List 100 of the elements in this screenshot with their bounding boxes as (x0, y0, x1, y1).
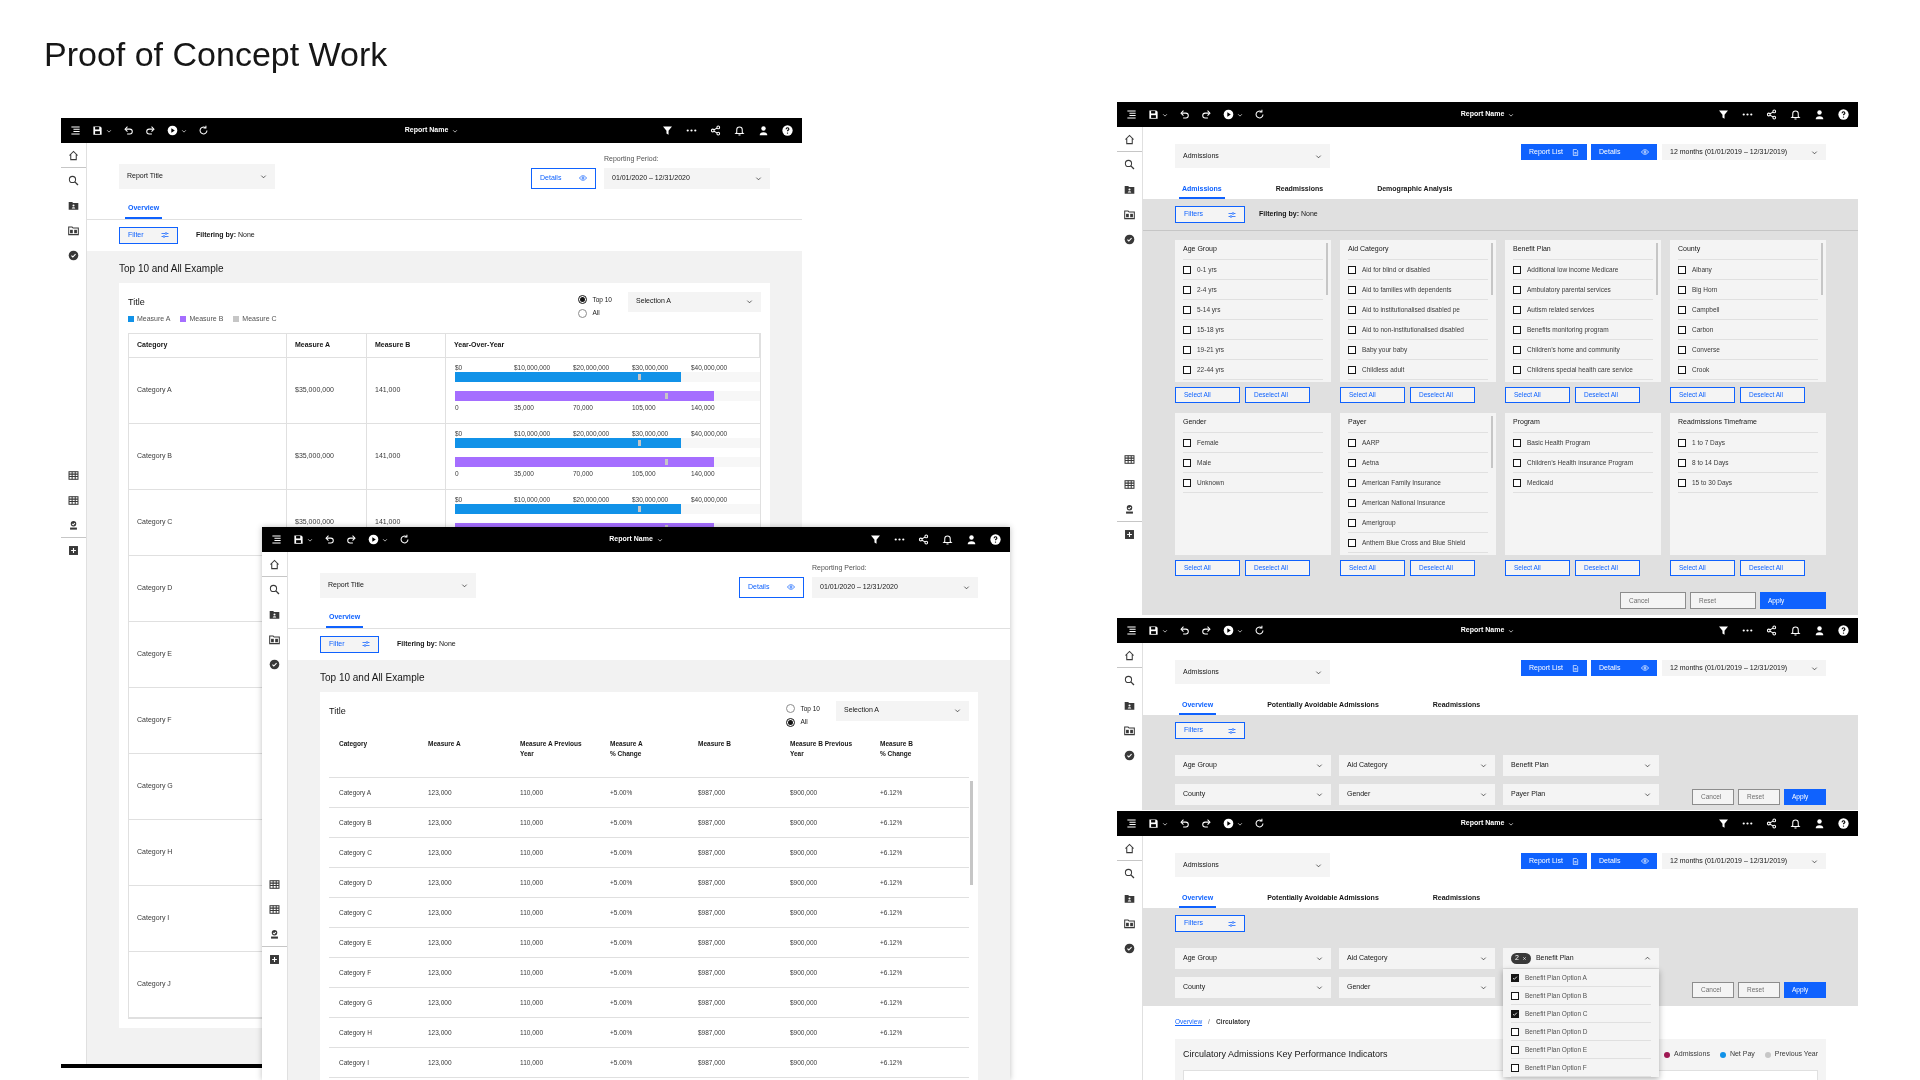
search-icon[interactable] (1124, 868, 1135, 879)
folder-icon[interactable] (269, 609, 280, 620)
radio-button[interactable] (578, 308, 588, 318)
check-circle-icon[interactable] (1124, 234, 1135, 245)
folder-icon[interactable] (1124, 209, 1135, 220)
filter-icon[interactable] (870, 534, 881, 545)
checkbox[interactable] (1513, 305, 1521, 314)
undo-icon[interactable] (324, 534, 335, 545)
checkbox[interactable] (1348, 498, 1356, 507)
scrollbar[interactable] (1491, 243, 1493, 295)
refresh-icon[interactable] (198, 125, 209, 136)
user-icon[interactable] (966, 534, 977, 545)
checkbox[interactable] (1678, 365, 1686, 374)
filter-icon[interactable] (1718, 109, 1729, 120)
filter-icon[interactable] (1718, 818, 1729, 829)
table-icon[interactable] (1124, 479, 1135, 490)
checkbox[interactable] (1678, 265, 1686, 274)
redo-icon[interactable] (145, 125, 156, 136)
home-icon[interactable] (269, 558, 280, 570)
user-check-icon[interactable] (1124, 503, 1135, 515)
table-icon[interactable] (1124, 454, 1135, 465)
home-icon[interactable] (1124, 133, 1135, 145)
table-icon[interactable] (269, 904, 280, 915)
help-icon[interactable] (1838, 625, 1849, 636)
undo-icon[interactable] (1179, 625, 1190, 636)
folder-icon[interactable] (68, 225, 79, 236)
share-icon[interactable] (710, 125, 721, 136)
checkbox[interactable] (1678, 305, 1686, 314)
checkbox[interactable] (1511, 991, 1519, 1000)
folder-icon[interactable] (68, 200, 79, 211)
checkbox[interactable] (1513, 458, 1521, 467)
scrollbar[interactable] (1821, 243, 1823, 295)
play-icon[interactable] (167, 125, 178, 136)
search-icon[interactable] (269, 584, 280, 595)
menu-icon[interactable] (271, 534, 282, 545)
user-check-icon[interactable] (68, 519, 79, 531)
share-icon[interactable] (1766, 818, 1777, 829)
home-icon[interactable] (68, 149, 79, 161)
menu-icon[interactable] (70, 125, 81, 136)
play-icon[interactable] (1223, 625, 1234, 636)
folder-icon[interactable] (1124, 184, 1135, 195)
checkbox[interactable] (1348, 538, 1356, 547)
checkbox[interactable] (1348, 518, 1356, 527)
search-icon[interactable] (1124, 675, 1135, 686)
checkbox[interactable] (1511, 1009, 1519, 1018)
folder-icon[interactable] (1124, 700, 1135, 711)
filter-icon[interactable] (1718, 625, 1729, 636)
save-icon[interactable] (1148, 625, 1159, 636)
undo-icon[interactable] (1179, 818, 1190, 829)
help-icon[interactable] (1838, 818, 1849, 829)
save-icon[interactable] (1148, 109, 1159, 120)
refresh-icon[interactable] (1254, 625, 1265, 636)
scrollbar[interactable] (1656, 243, 1658, 295)
undo-icon[interactable] (1179, 109, 1190, 120)
checkbox[interactable] (1183, 365, 1191, 374)
caret-icon[interactable] (1162, 627, 1168, 634)
notification-icon[interactable] (1790, 625, 1801, 636)
caret-icon[interactable] (1237, 627, 1243, 634)
checkbox[interactable] (1513, 265, 1521, 274)
help-icon[interactable] (990, 534, 1001, 545)
checkbox[interactable] (1183, 458, 1191, 467)
checkbox[interactable] (1678, 478, 1686, 487)
checkbox[interactable] (1513, 285, 1521, 294)
checkbox[interactable] (1678, 285, 1686, 294)
filter-icon[interactable] (662, 125, 673, 136)
checkbox[interactable] (1183, 325, 1191, 334)
notification-icon[interactable] (1790, 818, 1801, 829)
add-icon[interactable] (68, 545, 79, 556)
folder-icon[interactable] (1124, 725, 1135, 736)
share-icon[interactable] (1766, 109, 1777, 120)
checkbox[interactable] (1183, 478, 1191, 487)
checkbox[interactable] (1348, 345, 1356, 354)
checkbox[interactable] (1511, 1063, 1519, 1072)
add-icon[interactable] (269, 954, 280, 965)
save-icon[interactable] (1148, 818, 1159, 829)
check-circle-icon[interactable] (1124, 750, 1135, 761)
checkbox[interactable] (1513, 365, 1521, 374)
play-icon[interactable] (1223, 818, 1234, 829)
checkbox[interactable] (1513, 325, 1521, 334)
checkbox[interactable] (1348, 305, 1356, 314)
checkbox[interactable] (1678, 345, 1686, 354)
user-check-icon[interactable] (269, 928, 280, 940)
checkbox[interactable] (1183, 345, 1191, 354)
scrollbar[interactable] (1326, 243, 1328, 295)
save-icon[interactable] (92, 125, 103, 136)
home-icon[interactable] (1124, 649, 1135, 661)
caret-icon[interactable] (1237, 820, 1243, 827)
search-icon[interactable] (68, 175, 79, 186)
checkbox[interactable] (1348, 285, 1356, 294)
redo-icon[interactable] (1201, 109, 1212, 120)
notification-icon[interactable] (942, 534, 953, 545)
checkbox[interactable] (1348, 325, 1356, 334)
checkbox[interactable] (1183, 265, 1191, 274)
menu-icon[interactable] (1126, 818, 1137, 829)
table-icon[interactable] (68, 470, 79, 481)
user-icon[interactable] (758, 125, 769, 136)
add-icon[interactable] (1124, 529, 1135, 540)
checkbox[interactable] (1678, 458, 1686, 467)
table-icon[interactable] (68, 495, 79, 506)
checkbox[interactable] (1183, 438, 1191, 447)
